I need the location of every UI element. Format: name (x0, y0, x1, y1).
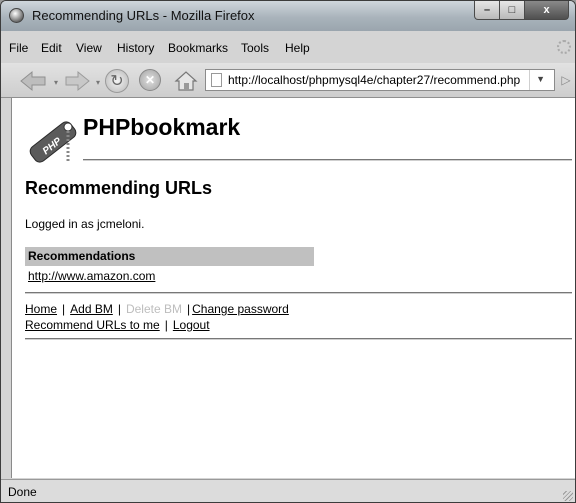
menu-file[interactable]: File (9, 41, 28, 55)
address-separator (529, 70, 530, 90)
home-icon[interactable] (173, 68, 199, 94)
throbber-icon (557, 40, 571, 54)
menu-view[interactable]: View (76, 41, 102, 55)
footer-nav: Home | Add BM | Delete BM | Change password Re… (25, 302, 289, 332)
recommendations-header: Recommendations (25, 247, 314, 266)
recommendations-table: Recommendations http://www.amazon.com (25, 247, 314, 285)
status-text: Done (8, 485, 37, 499)
change-password-link[interactable]: Change password (192, 302, 289, 316)
recommend-urls-link[interactable]: Recommend URLs to me (25, 318, 160, 332)
status-bar: Done (1, 479, 575, 502)
menu-help[interactable]: Help (285, 41, 310, 55)
menu-bar: File Edit View History Bookmarks Tools H… (1, 37, 575, 59)
stop-icon[interactable]: ✕ (139, 69, 161, 91)
address-text[interactable]: http://localhost/phpmysql4e/chapter27/re… (228, 73, 520, 87)
header-divider (83, 159, 572, 161)
forward-arrow-icon[interactable] (65, 69, 91, 93)
back-arrow-icon[interactable] (19, 69, 47, 93)
recommendation-link[interactable]: http://www.amazon.com (28, 269, 155, 283)
page-heading: Recommending URLs (25, 178, 213, 198)
menu-edit[interactable]: Edit (41, 41, 62, 55)
address-bar[interactable]: http://localhost/phpmysql4e/chapter27/re… (205, 69, 555, 91)
add-bm-link[interactable]: Add BM (70, 302, 113, 316)
back-history-dropdown-icon[interactable]: ▾ (52, 78, 60, 87)
logged-in-text: Logged in as jcmeloni. (25, 217, 145, 231)
footer-divider (25, 338, 572, 340)
browser-window: Recommending URLs - Mozilla Firefox – □ … (0, 0, 576, 503)
home-link[interactable]: Home (25, 302, 57, 316)
go-arrow-icon[interactable]: ▷ (557, 69, 575, 91)
menu-bookmarks[interactable]: Bookmarks (168, 41, 228, 55)
minimize-button[interactable]: – (474, 1, 500, 20)
bookmark-logo-icon: PHP (24, 114, 84, 164)
delete-bm-link: Delete BM (125, 302, 182, 316)
site-title: PHPbookmark (83, 114, 241, 140)
content-divider (25, 292, 572, 294)
address-dropdown-icon[interactable]: ▼ (536, 74, 545, 84)
window-controls: – □ x (474, 1, 569, 21)
resize-grip-icon[interactable] (563, 491, 573, 501)
page-content: PHP PHPbookmark Recommending URLs Logged… (11, 98, 575, 478)
firefox-icon (9, 8, 24, 23)
page-icon (211, 73, 222, 87)
logout-link[interactable]: Logout (173, 318, 210, 332)
close-button[interactable]: x (525, 1, 569, 20)
window-title: Recommending URLs - Mozilla Firefox (32, 8, 255, 23)
menu-history[interactable]: History (117, 41, 154, 55)
navigation-toolbar: ▾ ▾ ↻ ✕ http://localhost/phpmysql4e/chap… (1, 63, 575, 98)
maximize-button[interactable]: □ (500, 1, 525, 20)
title-bar[interactable]: Recommending URLs - Mozilla Firefox – □ … (1, 1, 575, 31)
menu-tools[interactable]: Tools (241, 41, 269, 55)
reload-icon[interactable]: ↻ (105, 69, 129, 93)
forward-history-dropdown-icon[interactable]: ▾ (94, 78, 102, 87)
